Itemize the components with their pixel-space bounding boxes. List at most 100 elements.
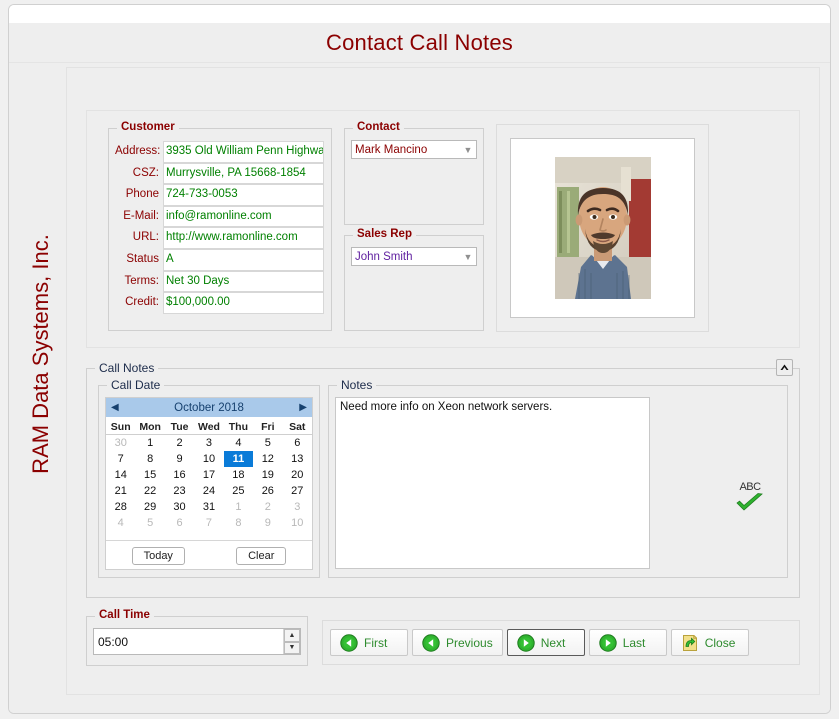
calendar-day[interactable]: 3 <box>283 499 312 515</box>
calendar-day[interactable]: 15 <box>135 467 164 483</box>
quantity-stepper[interactable]: ▲ ▼ <box>283 629 300 654</box>
customer-field-value[interactable]: A <box>163 248 324 271</box>
customer-field-value[interactable]: Net 30 Days <box>163 270 324 293</box>
calendar-day[interactable]: 26 <box>253 483 282 499</box>
arrow-left-circle-icon <box>340 633 358 652</box>
calendar-week-row: 21 22 23 24 25 26 27 <box>106 483 312 499</box>
call-date-group-legend: Call Date <box>107 378 165 392</box>
spinner-down-icon[interactable]: ▼ <box>284 641 300 654</box>
calendar-day[interactable]: 3 <box>194 435 223 452</box>
calendar-day-selected[interactable]: 11 <box>223 451 254 467</box>
calendar-day[interactable]: 16 <box>165 467 194 483</box>
calendar-day[interactable]: 29 <box>135 499 164 515</box>
calendar-day[interactable]: 8 <box>135 451 164 467</box>
calendar-day[interactable]: 5 <box>135 515 164 531</box>
calendar-day[interactable]: 7 <box>106 451 135 467</box>
sales-rep-select[interactable]: John Smith ▼ <box>351 247 477 266</box>
customer-field-label: Terms: <box>124 274 160 287</box>
calendar-day[interactable]: 28 <box>106 499 135 515</box>
calendar-day[interactable]: 30 <box>165 499 194 515</box>
calendar-day[interactable]: 30 <box>106 435 135 452</box>
calendar-day[interactable]: 6 <box>283 435 312 452</box>
calendar-day[interactable]: 8 <box>224 515 253 531</box>
calendar-day[interactable]: 2 <box>253 499 282 515</box>
calendar-week-row: 14 15 16 17 18 19 20 <box>106 467 312 483</box>
customer-field-row: Terms: Net 30 Days <box>115 270 324 293</box>
customer-field-label: E-Mail: <box>123 209 159 222</box>
calendar-header: ◀ October 2018 ▶ <box>106 398 312 417</box>
avatar <box>554 157 651 299</box>
abc-spellcheck-icon[interactable]: ABC <box>733 481 767 515</box>
calendar-day[interactable]: 9 <box>165 451 194 467</box>
calendar-weekday: Tue <box>170 421 189 433</box>
spinner-up-icon[interactable]: ▲ <box>284 629 300 642</box>
customer-field-value[interactable]: http://www.ramonline.com <box>163 227 324 249</box>
calendar-day[interactable]: 24 <box>194 483 223 499</box>
call-time-group-legend: Call Time <box>95 609 154 621</box>
calendar-day[interactable]: 1 <box>224 499 253 515</box>
calendar-day[interactable]: 31 <box>194 499 223 515</box>
calendar-day[interactable]: 10 <box>283 515 312 531</box>
calendar-day[interactable]: 23 <box>165 483 194 499</box>
calendar-day[interactable]: 13 <box>283 451 312 467</box>
check-mark-icon <box>736 493 763 511</box>
next-button[interactable]: Next <box>506 629 585 656</box>
navigation-toolbar: First Previous Next Last Close <box>322 620 800 665</box>
clear-button[interactable]: Clear <box>236 547 287 565</box>
call-time-input[interactable]: 05:00 ▲ ▼ <box>93 628 301 655</box>
notes-group: Notes Need more info on Xeon network ser… <box>328 378 788 578</box>
content-area: Customer Address: 3935 Old William Penn H… <box>57 63 830 713</box>
customer-field-value[interactable]: info@ramonline.com <box>163 205 324 228</box>
nav-button-label: Last <box>622 635 646 650</box>
brand-sidebar: RAM Data Systems, Inc. <box>9 63 57 713</box>
close-button[interactable]: Close <box>670 629 749 656</box>
calendar-grid: Sun Mon Tue Wed Thu Fri Sat 30 1 2 3 4 5 6 7 8 9 10 11 12 1… <box>106 420 312 531</box>
calendar-day[interactable]: 4 <box>224 435 253 452</box>
calendar-day[interactable]: 14 <box>106 467 135 483</box>
customer-field-label: Credit: <box>125 296 159 309</box>
previous-button[interactable]: Previous <box>412 629 503 656</box>
customer-field-value[interactable]: $100,000.00 <box>163 292 324 314</box>
nav-button-label: Close <box>704 635 736 650</box>
sales-rep-group: Sales Rep John Smith ▼ <box>344 228 484 331</box>
calendar-day[interactable]: 10 <box>194 451 223 467</box>
calendar-day[interactable]: 25 <box>224 483 253 499</box>
customer-field-value[interactable]: Murrysville, PA 15668-1854 <box>163 162 324 185</box>
calendar-day[interactable]: 5 <box>253 435 282 452</box>
last-button[interactable]: Last <box>588 629 667 656</box>
customer-field-value[interactable]: 3935 Old William Penn Highway <box>163 141 324 163</box>
calendar-week-row: 30 1 2 3 4 5 6 <box>106 435 312 452</box>
date-picker-calendar[interactable]: ◀ October 2018 ▶ Sun Mon Tue Wed Thu Fri Sat 3… <box>105 397 313 570</box>
calendar-day[interactable]: 2 <box>165 435 194 452</box>
contact-group: Contact Mark Mancino ▼ <box>344 121 484 225</box>
calendar-day[interactable]: 12 <box>253 451 282 467</box>
calendar-day[interactable]: 19 <box>253 467 282 483</box>
calendar-day[interactable]: 4 <box>106 515 135 531</box>
notes-textarea[interactable]: Need more info on Xeon network servers. <box>335 397 650 569</box>
customer-group: Customer Address: 3935 Old William Penn H… <box>108 121 332 331</box>
chevron-up-icon[interactable] <box>776 359 793 376</box>
calendar-day[interactable]: 1 <box>135 435 164 452</box>
today-button[interactable]: Today <box>131 547 185 565</box>
calendar-day[interactable]: 18 <box>224 467 253 483</box>
calendar-week-row: 4 5 6 7 8 9 10 <box>106 515 312 531</box>
triangle-left-icon[interactable]: ◀ <box>111 402 119 413</box>
chevron-down-icon: ▼ <box>463 251 473 262</box>
calendar-day[interactable]: 6 <box>165 515 194 531</box>
customer-field-value[interactable]: 724-733-0053 <box>163 184 324 206</box>
calendar-day[interactable]: 20 <box>283 467 312 483</box>
nav-button-label: Next <box>540 635 566 650</box>
calendar-weekday: Thu <box>228 421 249 433</box>
first-button[interactable]: First <box>330 629 408 656</box>
calendar-day[interactable]: 17 <box>194 467 223 483</box>
calendar-day[interactable]: 22 <box>135 483 164 499</box>
calendar-day[interactable]: 27 <box>283 483 312 499</box>
triangle-right-icon[interactable]: ▶ <box>299 402 307 413</box>
contact-select[interactable]: Mark Mancino ▼ <box>351 140 477 159</box>
calendar-week-row: 7 8 9 10 11 12 13 <box>106 451 312 467</box>
calendar-day[interactable]: 21 <box>106 483 135 499</box>
customer-field-row: E-Mail: info@ramonline.com <box>115 205 324 228</box>
calendar-day[interactable]: 9 <box>253 515 282 531</box>
calendar-day[interactable]: 7 <box>194 515 223 531</box>
photo-frame <box>510 138 695 318</box>
